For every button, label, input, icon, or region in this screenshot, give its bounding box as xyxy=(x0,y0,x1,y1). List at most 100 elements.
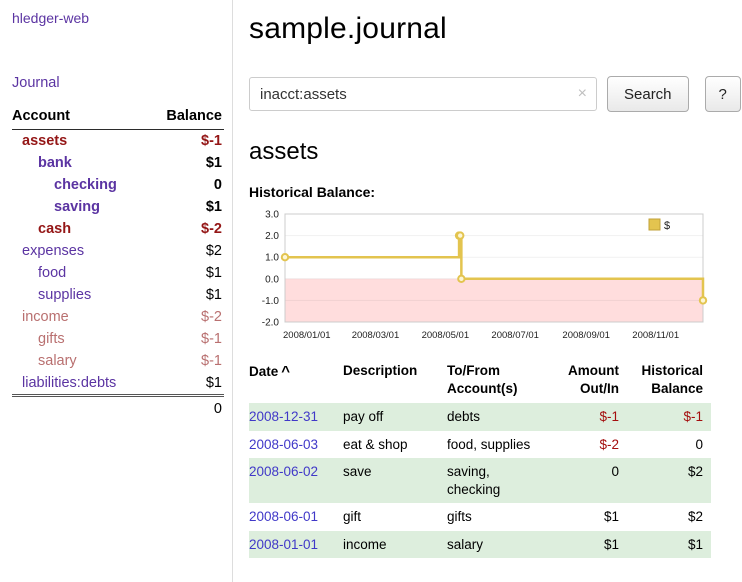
account-cell: salary xyxy=(12,350,149,372)
svg-text:3.0: 3.0 xyxy=(265,210,279,221)
account-row: liabilities:debts $1 xyxy=(12,372,224,396)
register-amount: $1 xyxy=(551,531,627,559)
accounts-header-balance: Balance xyxy=(149,108,224,130)
search-bar: × Search ? xyxy=(249,76,742,112)
svg-text:2008/11/01: 2008/11/01 xyxy=(632,330,679,341)
sidebar-nav: Journal xyxy=(12,74,224,92)
register-table: Date^ Description To/From Account(s) Amo… xyxy=(249,360,711,558)
app-title-link[interactable]: hledger-web xyxy=(12,10,89,26)
register-accounts: gifts xyxy=(447,503,551,531)
account-cell: assets xyxy=(12,130,149,153)
svg-text:2008/05/01: 2008/05/01 xyxy=(422,330,470,341)
svg-text:2008/03/01: 2008/03/01 xyxy=(352,330,400,341)
account-row: assets $-1 xyxy=(12,130,224,153)
search-input[interactable] xyxy=(249,77,597,111)
page-title: sample.journal xyxy=(249,12,742,46)
account-cell: bank xyxy=(12,152,149,174)
account-cell: liabilities:debts xyxy=(12,372,149,396)
register-row: 2008-12-31pay offdebts$-1$-1 xyxy=(249,403,711,431)
register-balance: $-1 xyxy=(627,403,711,431)
svg-text:2008/07/01: 2008/07/01 xyxy=(491,330,539,341)
account-row: income $-2 xyxy=(12,306,224,328)
register-header-balance: Historical Balance xyxy=(627,360,711,403)
accounts-table: Account Balance assets $-1 bank $1 checking 0… xyxy=(12,108,224,420)
register-date: 2008-12-31 xyxy=(249,403,343,431)
register-description: income xyxy=(343,531,447,559)
hledger-web-app: hledger-web Journal Account Balance asse… xyxy=(0,0,742,582)
account-row: salary $-1 xyxy=(12,350,224,372)
register-accounts: debts xyxy=(447,403,551,431)
account-balance: $-2 xyxy=(149,306,224,328)
accounts-header-account: Account xyxy=(12,108,149,130)
account-link[interactable]: expenses xyxy=(22,243,84,259)
register-date: 2008-01-01 xyxy=(249,531,343,559)
register-row: 2008-06-02savesaving, checking0$2 xyxy=(249,458,711,503)
account-balance: $-1 xyxy=(149,328,224,350)
register-header-date[interactable]: Date^ xyxy=(249,360,343,403)
account-balance: $1 xyxy=(149,196,224,218)
account-cell: cash xyxy=(12,218,149,240)
account-link[interactable]: saving xyxy=(54,199,100,215)
register-row: 2008-06-03eat & shopfood, supplies$-20 xyxy=(249,431,711,459)
account-balance: $1 xyxy=(149,284,224,306)
account-row: saving $1 xyxy=(12,196,224,218)
account-balance: $1 xyxy=(149,372,224,396)
svg-text:2.0: 2.0 xyxy=(265,231,279,242)
account-link[interactable]: bank xyxy=(38,155,72,171)
account-link[interactable]: gifts xyxy=(38,331,65,347)
register-header-accounts: To/From Account(s) xyxy=(447,360,551,403)
account-balance: $-1 xyxy=(149,130,224,153)
account-balance: $1 xyxy=(149,152,224,174)
account-balance: $-2 xyxy=(149,218,224,240)
account-row: bank $1 xyxy=(12,152,224,174)
svg-text:2008/01/01: 2008/01/01 xyxy=(283,330,331,341)
account-row: checking 0 xyxy=(12,174,224,196)
account-balance: $-1 xyxy=(149,350,224,372)
chart-heading: Historical Balance: xyxy=(249,184,742,200)
svg-text:0.0: 0.0 xyxy=(265,274,279,285)
register-amount: $-1 xyxy=(551,403,627,431)
register-header-row: Date^ Description To/From Account(s) Amo… xyxy=(249,360,711,403)
clear-search-icon[interactable]: × xyxy=(578,86,587,102)
account-row: expenses$2 xyxy=(12,240,224,262)
register-row: 2008-06-01giftgifts$1$2 xyxy=(249,503,711,531)
historical-balance-chart: 3.02.01.00.0-1.0-2.02008/01/012008/03/01… xyxy=(249,206,711,348)
account-link[interactable]: checking xyxy=(54,177,117,193)
account-link[interactable]: liabilities:debts xyxy=(22,375,116,391)
register-amount: $-2 xyxy=(551,431,627,459)
register-table-body: 2008-12-31pay offdebts$-1$-12008-06-03ea… xyxy=(249,403,711,558)
account-cell: food xyxy=(12,262,149,284)
account-link[interactable]: cash xyxy=(38,221,71,237)
account-cell: saving xyxy=(12,196,149,218)
account-cell: supplies xyxy=(12,284,149,306)
transaction-date-link[interactable]: 2008-06-02 xyxy=(249,464,318,479)
transaction-date-link[interactable]: 2008-06-03 xyxy=(249,437,318,452)
transaction-date-link[interactable]: 2008-01-01 xyxy=(249,537,318,552)
sidebar-item-journal[interactable]: Journal xyxy=(12,75,60,91)
register-header-amount: Amount Out/In xyxy=(551,360,627,403)
account-balance: 0 xyxy=(149,174,224,196)
transaction-date-link[interactable]: 2008-12-31 xyxy=(249,409,318,424)
account-title: assets xyxy=(249,138,742,166)
register-balance: 0 xyxy=(627,431,711,459)
account-link[interactable]: food xyxy=(38,265,66,281)
account-link[interactable]: salary xyxy=(38,353,77,369)
account-row: cash $-2 xyxy=(12,218,224,240)
account-cell: gifts xyxy=(12,328,149,350)
search-button[interactable]: Search xyxy=(607,76,689,112)
transaction-date-link[interactable]: 2008-06-01 xyxy=(249,509,318,524)
account-link[interactable]: assets xyxy=(22,133,67,149)
register-accounts: food, supplies xyxy=(447,431,551,459)
account-link[interactable]: supplies xyxy=(38,287,91,303)
help-button[interactable]: ? xyxy=(705,76,741,112)
register-balance: $2 xyxy=(627,458,711,503)
register-description: save xyxy=(343,458,447,503)
sidebar: hledger-web Journal Account Balance asse… xyxy=(0,0,233,582)
register-accounts: salary xyxy=(447,531,551,559)
account-link[interactable]: income xyxy=(22,309,69,325)
svg-text:-2.0: -2.0 xyxy=(262,318,280,329)
account-row: gifts $-1 xyxy=(12,328,224,350)
register-date: 2008-06-02 xyxy=(249,458,343,503)
accounts-header-row: Account Balance xyxy=(12,108,224,130)
register-description: gift xyxy=(343,503,447,531)
